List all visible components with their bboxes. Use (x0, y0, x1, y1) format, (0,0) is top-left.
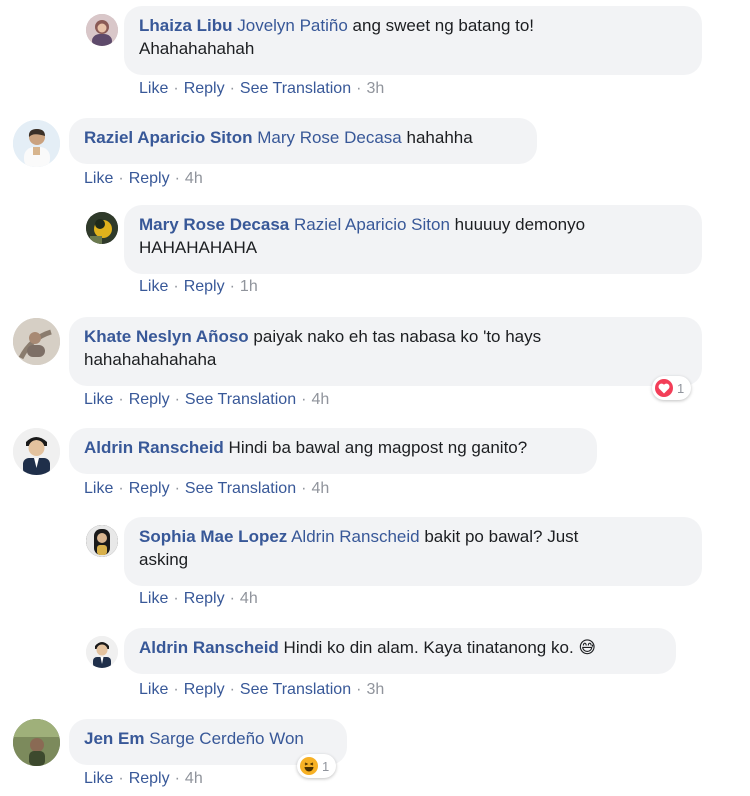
comment-text: paiyak nako eh tas nabasa ko 'to hays (253, 327, 542, 346)
comment-text: Hindi ba bawal ang magpost ng ganito? (228, 438, 528, 457)
see-translation-link[interactable]: See Translation (240, 681, 351, 698)
reply-link[interactable]: Reply (129, 480, 170, 497)
comment-bubble: Aldrin Ranscheid Hindi ba bawal ang magp… (69, 428, 597, 474)
mention-link[interactable]: Aldrin Ranscheid (291, 527, 420, 546)
reaction-count: 1 (677, 380, 685, 396)
comment-author[interactable]: Lhaiza Libu (139, 16, 233, 35)
avatar[interactable] (13, 719, 60, 766)
comment-text: Hindi ko din alam. Kaya tinatanong ko. (283, 638, 574, 657)
like-link[interactable]: Like (139, 278, 168, 295)
avatar[interactable] (86, 14, 118, 46)
mention-link[interactable]: Raziel Aparicio Siton (294, 215, 450, 234)
comment-actions: Like · Reply · 4h (84, 770, 203, 787)
like-link[interactable]: Like (84, 391, 113, 408)
comment-text: asking (139, 550, 189, 569)
comment-author[interactable]: Khate Neslyn Añoso (84, 327, 249, 346)
avatar[interactable] (86, 636, 118, 668)
reaction-badge[interactable]: 1 (297, 754, 337, 778)
reply-link[interactable]: Reply (184, 80, 225, 97)
reaction-count: 1 (322, 758, 330, 774)
comment-author[interactable]: Mary Rose Decasa (139, 215, 289, 234)
comment-author[interactable]: Jen Em (84, 729, 144, 748)
comment-text: ang sweet ng batang to! (352, 16, 535, 35)
comment-bubble: Mary Rose Decasa Raziel Aparicio Siton h… (124, 205, 702, 274)
like-link[interactable]: Like (84, 170, 113, 187)
avatar[interactable] (86, 525, 118, 557)
comment-author[interactable]: Aldrin Ranscheid (139, 638, 279, 657)
like-link[interactable]: Like (84, 770, 113, 787)
reply-link[interactable]: Reply (129, 770, 170, 787)
comment-text: bakit po bawal? Just (424, 527, 579, 546)
mention-link[interactable]: Jovelyn Patiño (237, 16, 348, 35)
person-photo-icon (13, 120, 60, 167)
like-link[interactable]: Like (139, 80, 168, 97)
timestamp[interactable]: 4h (185, 770, 203, 787)
reply-link[interactable]: Reply (184, 590, 225, 607)
comment-actions: Like · Reply · 4h (84, 170, 203, 187)
like-link[interactable]: Like (139, 590, 168, 607)
reply-link[interactable]: Reply (184, 278, 225, 295)
timestamp[interactable]: 3h (366, 681, 384, 698)
reply-link[interactable]: Reply (184, 681, 225, 698)
comment-actions: Like · Reply · See Translation · 4h (84, 391, 330, 408)
person-photo-icon (86, 212, 118, 244)
comment-text: Ahahahahahah (139, 39, 255, 58)
comment-bubble: Raziel Aparicio Siton Mary Rose Decasa h… (69, 118, 537, 164)
reaction-badge[interactable]: 1 (652, 376, 692, 400)
comment-text: huuuuy demonyo (454, 215, 586, 234)
see-translation-link[interactable]: See Translation (185, 480, 296, 497)
comment-bubble: Aldrin Ranscheid Hindi ko din alam. Kaya… (124, 628, 676, 674)
haha-reaction-icon (300, 757, 318, 775)
avatar[interactable] (13, 318, 60, 365)
mention-link[interactable]: Mary Rose Decasa (257, 128, 402, 147)
timestamp[interactable]: 3h (366, 80, 384, 97)
timestamp[interactable]: 4h (311, 391, 329, 408)
timestamp[interactable]: 4h (240, 590, 258, 607)
comment-actions: Like · Reply · See Translation · 3h (139, 681, 385, 698)
avatar[interactable] (13, 428, 60, 475)
comment-actions: Like · Reply · 1h (139, 278, 258, 295)
see-translation-link[interactable]: See Translation (185, 391, 296, 408)
mention-link[interactable]: Sarge Cerdeño Won (149, 729, 304, 748)
person-photo-icon (86, 525, 118, 557)
avatar[interactable] (86, 212, 118, 244)
timestamp[interactable]: 4h (311, 480, 329, 497)
timestamp[interactable]: 1h (240, 278, 258, 295)
person-photo-icon (86, 14, 118, 46)
comment-author[interactable]: Aldrin Ranscheid (84, 438, 224, 457)
reply-link[interactable]: Reply (129, 391, 170, 408)
comment-actions: Like · Reply · See Translation · 3h (139, 80, 385, 97)
comment-bubble: Lhaiza Libu Jovelyn Patiño ang sweet ng … (124, 6, 702, 75)
like-link[interactable]: Like (139, 681, 168, 698)
person-photo-icon (13, 719, 60, 766)
comment-actions: Like · Reply · 4h (139, 590, 258, 607)
comment-actions: Like · Reply · See Translation · 4h (84, 480, 330, 497)
timestamp[interactable]: 4h (185, 170, 203, 187)
reply-link[interactable]: Reply (129, 170, 170, 187)
avatar[interactable] (13, 120, 60, 167)
grinning-sweat-emoji-icon: 😅 (578, 638, 597, 657)
comment-bubble: Sophia Mae Lopez Aldrin Ranscheid bakit … (124, 517, 702, 586)
love-reaction-icon (655, 379, 673, 397)
comment-bubble: Khate Neslyn Añoso paiyak nako eh tas na… (69, 317, 702, 386)
comment-text: hahahahahahaha (84, 350, 217, 369)
person-photo-icon (13, 318, 60, 365)
see-translation-link[interactable]: See Translation (240, 80, 351, 97)
like-link[interactable]: Like (84, 480, 113, 497)
comment-text: HAHAHAHAHA (139, 238, 258, 257)
comment-author[interactable]: Raziel Aparicio Siton (84, 128, 252, 147)
person-photo-icon (13, 428, 60, 475)
person-photo-icon (86, 636, 118, 668)
comment-text: hahahha (406, 128, 473, 147)
comment-author[interactable]: Sophia Mae Lopez (139, 527, 287, 546)
